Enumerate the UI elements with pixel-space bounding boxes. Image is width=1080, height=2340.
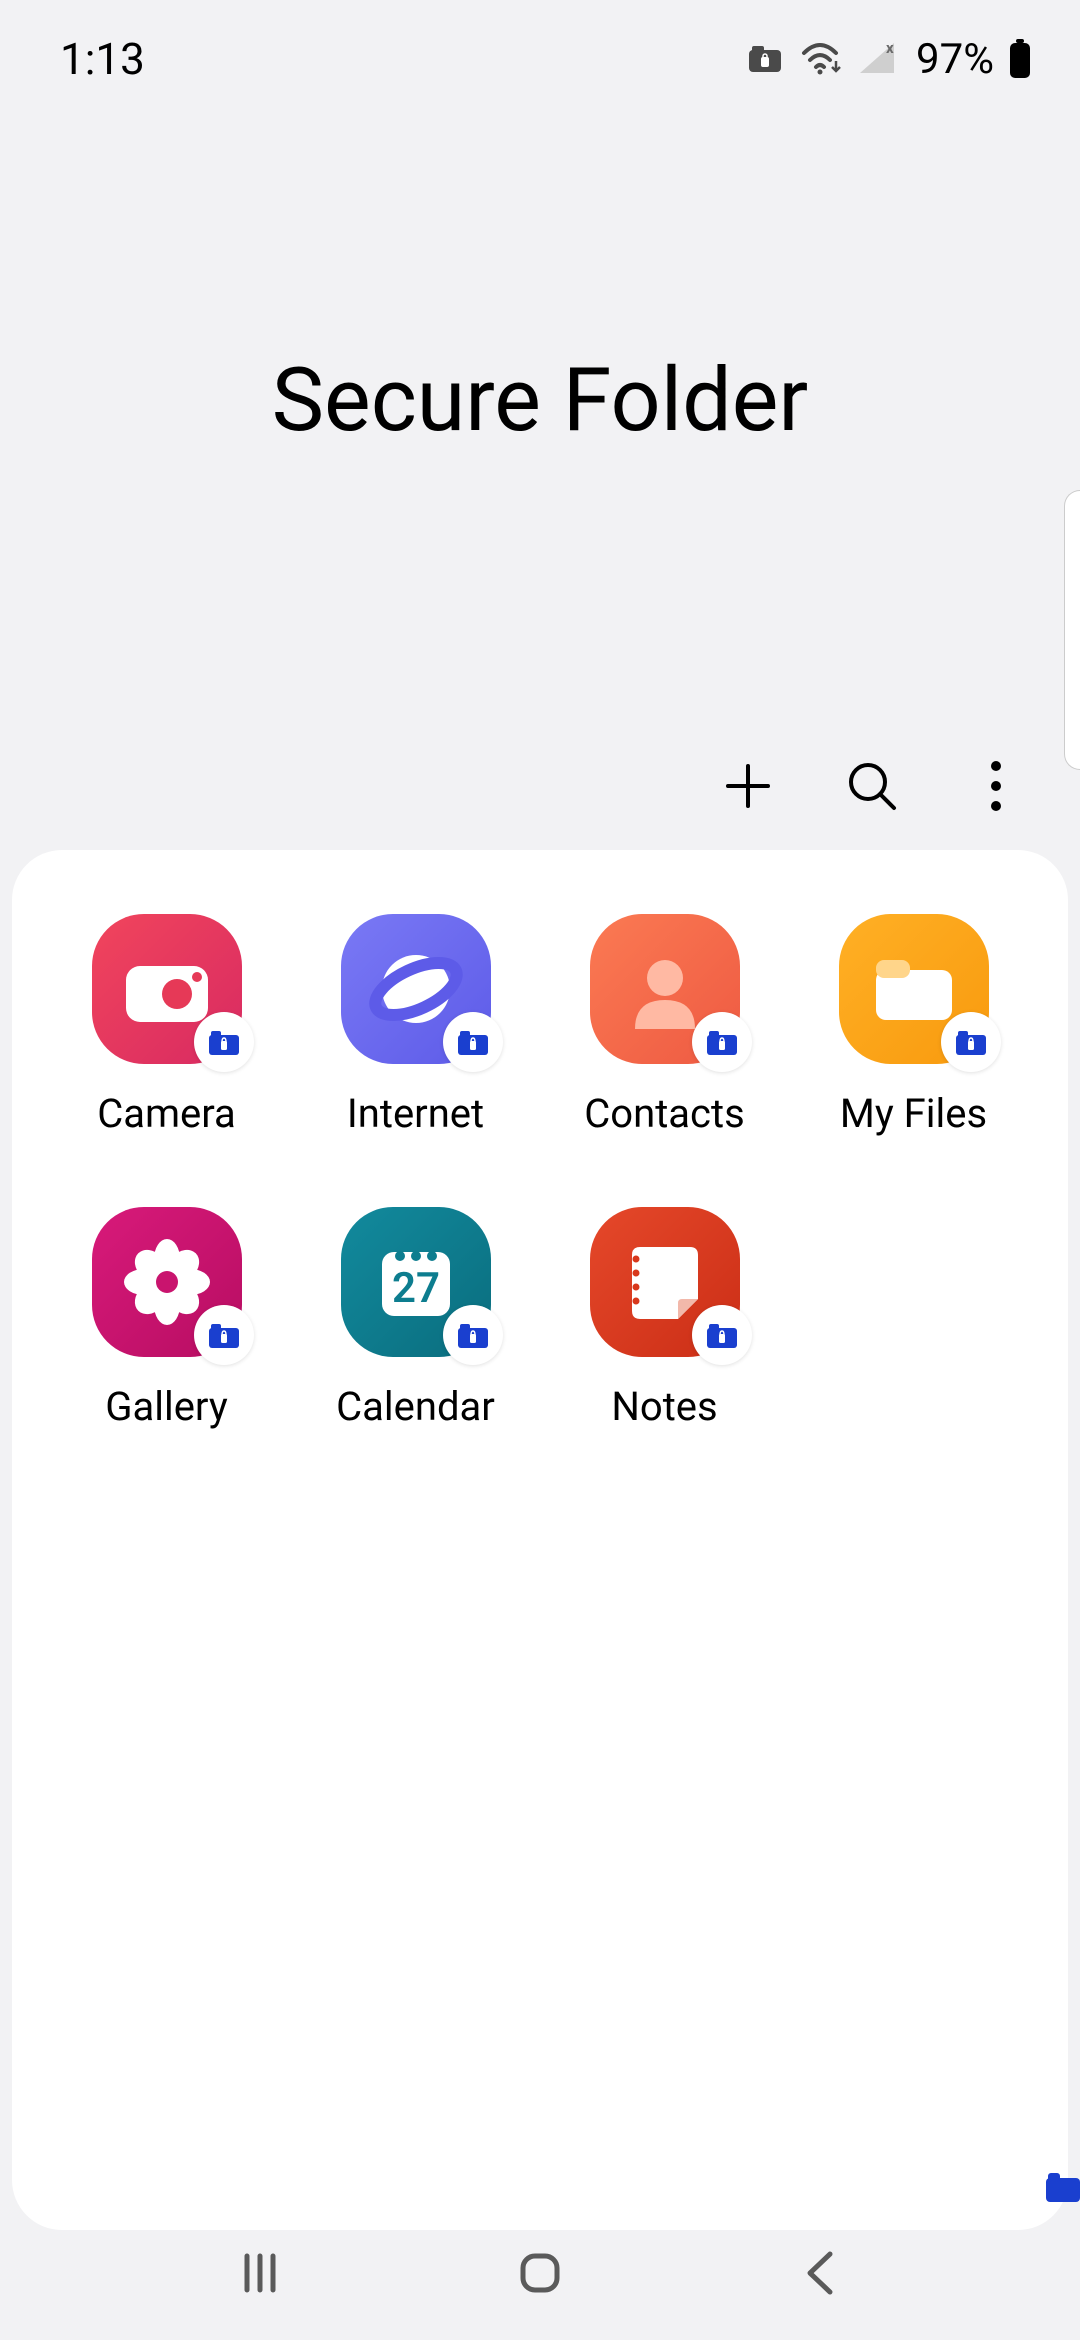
app-internet[interactable]: Internet [291, 914, 540, 1137]
header: Secure Folder [0, 90, 1080, 850]
lock-badge-icon [692, 1012, 752, 1072]
app-panel: Camera Internet [12, 850, 1068, 2230]
app-label: My Files [840, 1090, 987, 1137]
lock-badge-icon [941, 1012, 1001, 1072]
search-button[interactable] [836, 752, 908, 824]
app-label: Camera [97, 1090, 236, 1137]
app-camera[interactable]: Camera [42, 914, 291, 1137]
wifi-icon [800, 41, 844, 77]
secure-folder-indicator-icon [748, 43, 786, 75]
lock-badge-icon [443, 1305, 503, 1365]
search-icon [844, 758, 900, 818]
svg-text:x: x [886, 41, 894, 57]
lock-badge-icon [692, 1305, 752, 1365]
app-label: Internet [347, 1090, 484, 1137]
app-label: Gallery [105, 1383, 228, 1430]
status-bar: 1:13 x 97% [0, 0, 1080, 90]
status-indicators: x 97% [748, 35, 1032, 84]
battery-percentage: 97% [916, 35, 994, 84]
lock-badge-icon [443, 1012, 503, 1072]
plus-icon [722, 760, 774, 816]
back-icon [798, 2246, 842, 2304]
toolbar [712, 752, 1032, 824]
nav-home-button[interactable] [500, 2235, 580, 2315]
nav-recents-button[interactable] [220, 2235, 300, 2315]
edge-panel-handle[interactable] [1064, 490, 1080, 770]
svg-text:27: 27 [392, 1264, 440, 1313]
add-button[interactable] [712, 752, 784, 824]
status-time: 1:13 [60, 33, 145, 85]
app-label: Notes [611, 1383, 717, 1430]
recents-icon [233, 2246, 287, 2304]
app-notes[interactable]: Notes [540, 1207, 789, 1430]
app-contacts[interactable]: Contacts [540, 914, 789, 1137]
app-label: Contacts [584, 1090, 744, 1137]
nav-back-button[interactable] [780, 2235, 860, 2315]
lock-badge-icon [194, 1305, 254, 1365]
battery-icon [1008, 39, 1032, 79]
app-grid: Camera Internet [42, 914, 1038, 1430]
app-label: Calendar [336, 1383, 495, 1430]
navigation-bar [0, 2210, 1080, 2340]
app-my-files[interactable]: My Files [789, 914, 1038, 1137]
page-title: Secure Folder [272, 349, 808, 452]
lock-badge-icon [194, 1012, 254, 1072]
more-icon [990, 760, 1002, 816]
home-icon [513, 2246, 567, 2304]
app-calendar[interactable]: 27 Calendar [291, 1207, 540, 1430]
signal-icon: x [858, 41, 898, 77]
app-gallery[interactable]: Gallery [42, 1207, 291, 1430]
more-button[interactable] [960, 752, 1032, 824]
corner-lock-indicator [1040, 2168, 1080, 2208]
